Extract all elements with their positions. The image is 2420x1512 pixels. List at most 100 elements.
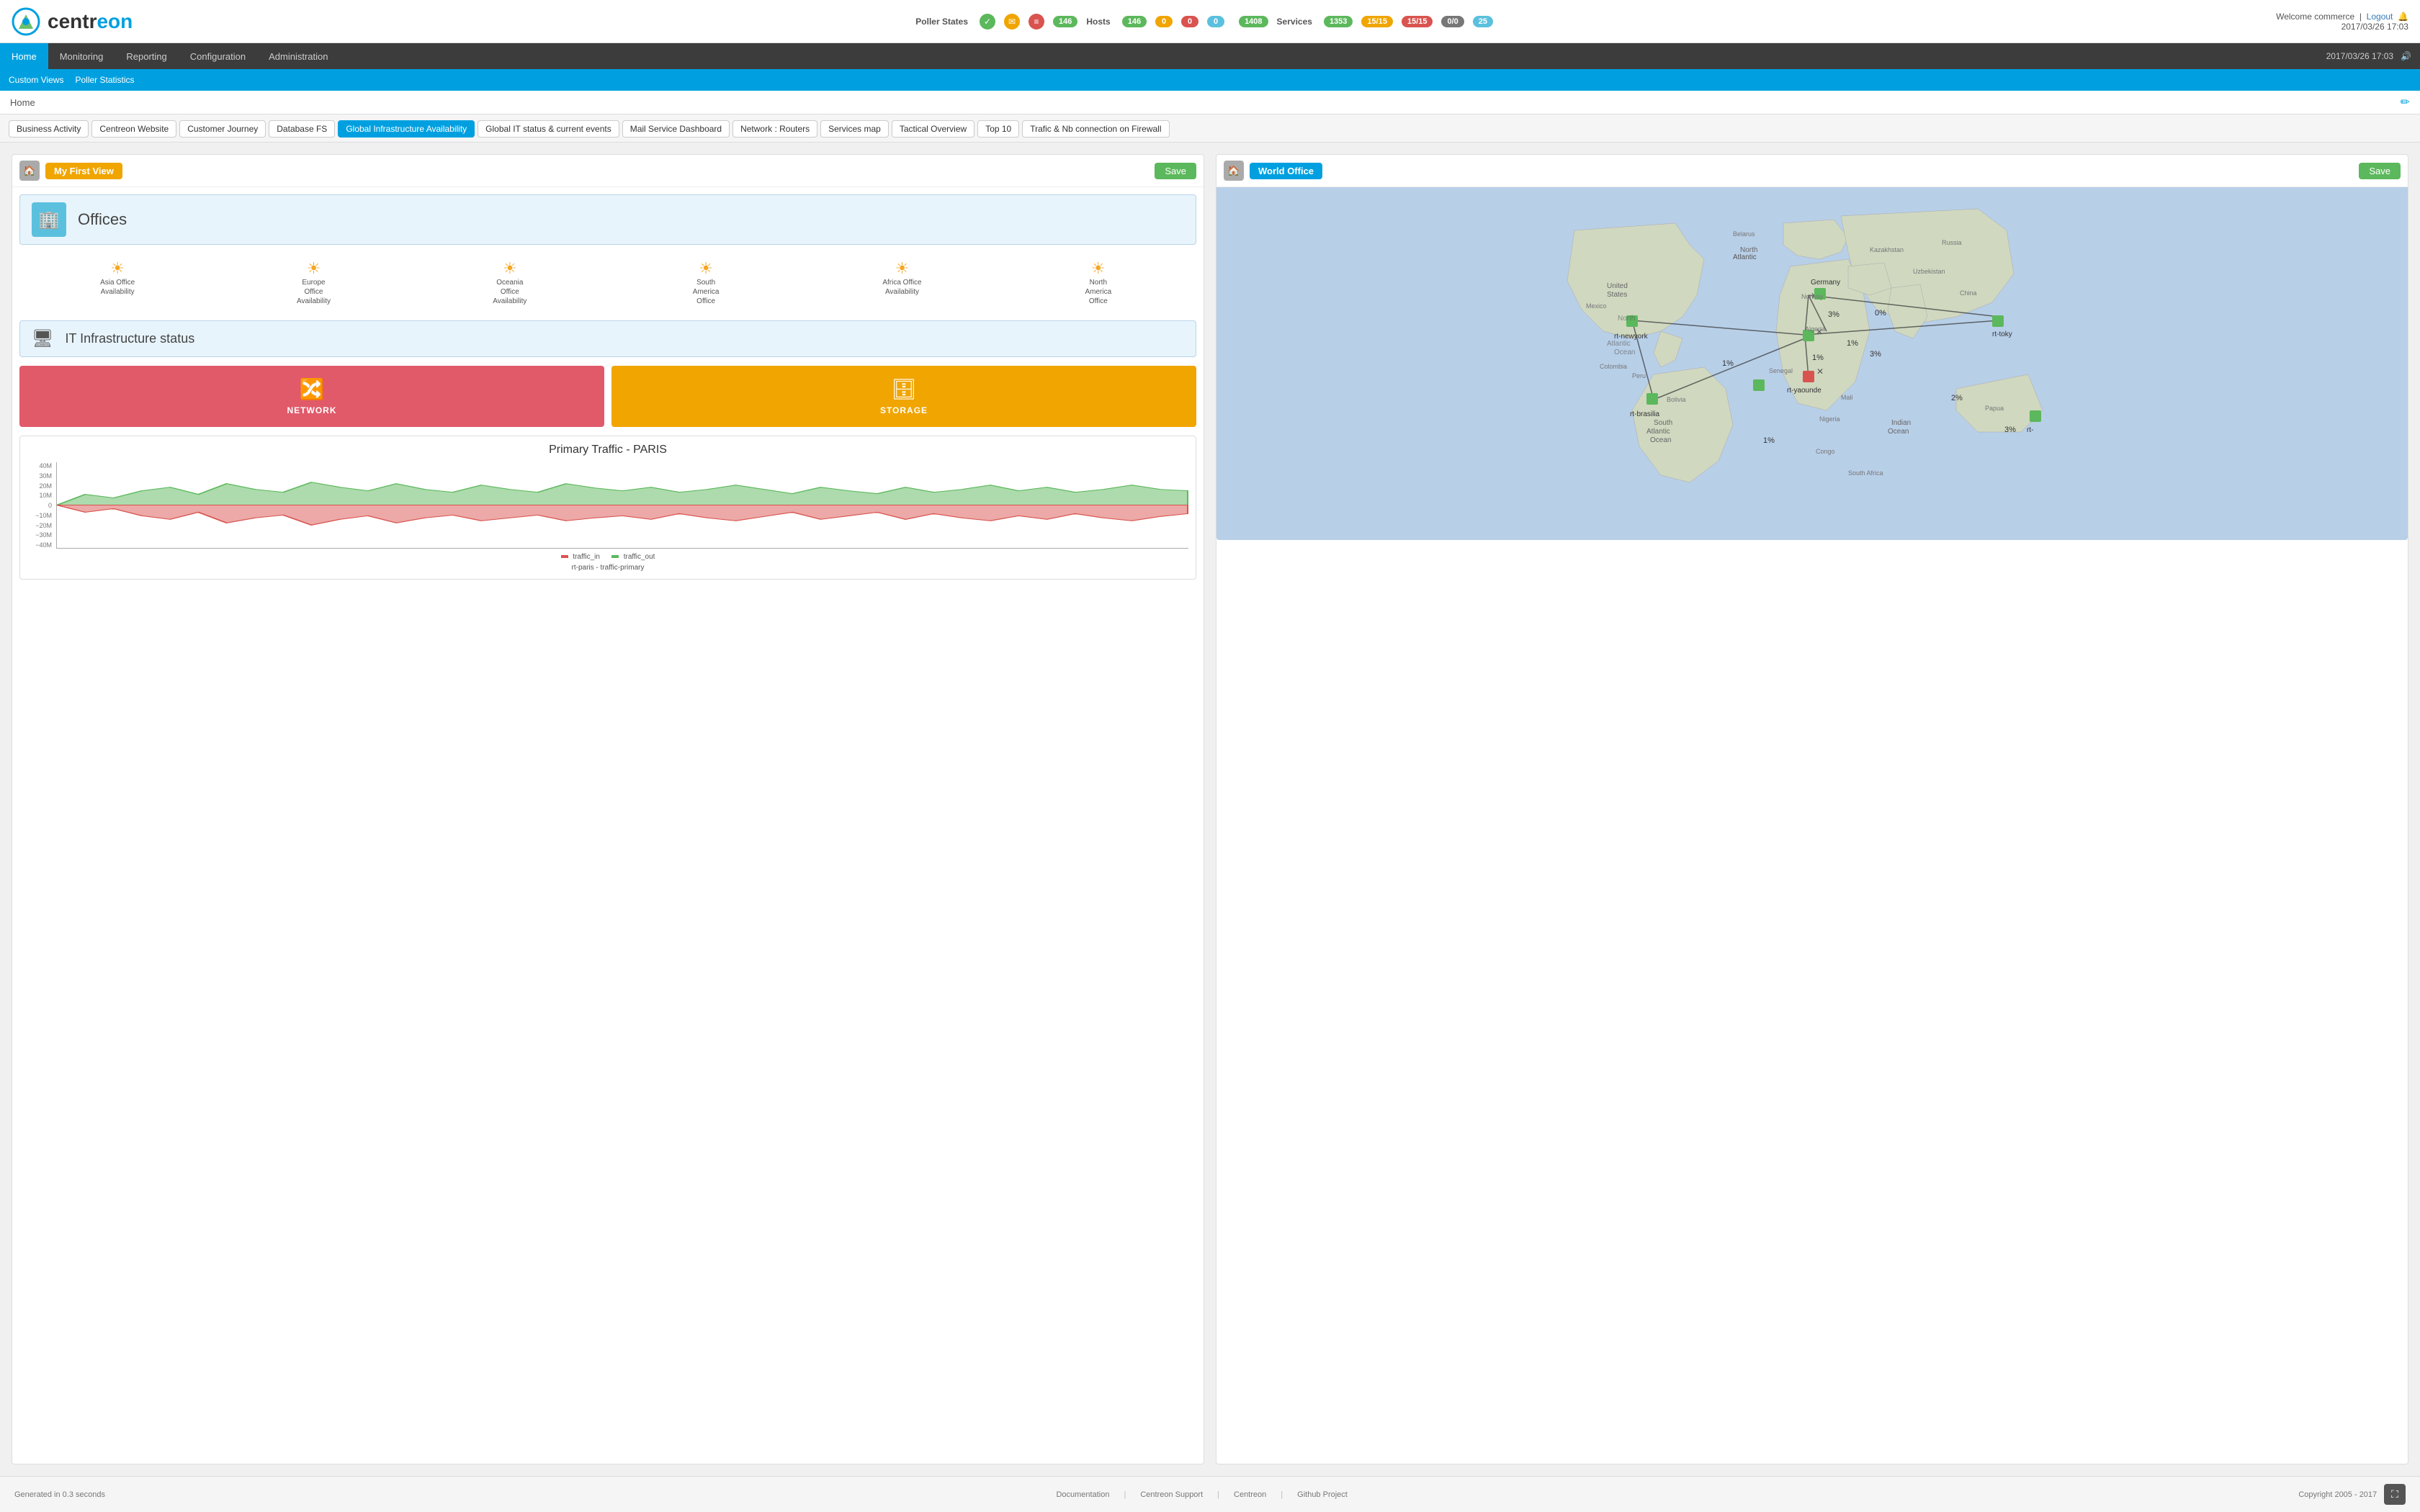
svg-text:rt-yaounde: rt-yaounde xyxy=(1787,387,1821,395)
nav-administration[interactable]: Administration xyxy=(257,43,339,69)
svg-text:2%: 2% xyxy=(1951,394,1963,402)
hosts-red-badge: 0 xyxy=(1181,16,1198,27)
svg-text:Ocean: Ocean xyxy=(1614,348,1635,356)
left-panel-title: My First View xyxy=(45,163,122,179)
footer-links: Documentation | Centreon Support | Centr… xyxy=(1056,1490,1347,1499)
tab-database-fs[interactable]: Database FS xyxy=(269,120,335,138)
subnav-custom-views[interactable]: Custom Views xyxy=(9,75,63,85)
tab-customer-journey[interactable]: Customer Journey xyxy=(179,120,266,138)
services-total-badge: 1408 xyxy=(1239,16,1268,27)
office-europe-icon: ☀ xyxy=(292,259,335,278)
tab-centreon-website[interactable]: Centreon Website xyxy=(91,120,176,138)
poller-states-label: Poller States xyxy=(915,17,968,27)
world-map: ✕ ✕ ✕ rt-newyork Germany rt-yaounde xyxy=(1216,187,2408,540)
office-oceania: ☀ Oceania Office Availability xyxy=(488,259,532,306)
right-panel-header: 🏠 World Office Save xyxy=(1216,155,2408,187)
left-panel-home-icon: 🏠 xyxy=(19,161,40,181)
legend-in: traffic_in xyxy=(561,553,600,561)
subnav-poller-stats[interactable]: Poller Statistics xyxy=(75,75,134,85)
logo-icon xyxy=(12,7,40,36)
network-label: NETWORK xyxy=(287,405,337,415)
tab-global-infra[interactable]: Global Infrastructure Availability xyxy=(338,120,475,138)
breadcrumb: Home xyxy=(10,97,35,108)
svg-text:✕: ✕ xyxy=(1816,366,1824,377)
hosts-total-badge: 146 xyxy=(1053,16,1077,27)
left-panel-body: 🏢 Offices ☀ Asia Office Availability ☀ E… xyxy=(12,187,1204,587)
svg-text:Norway: Norway xyxy=(1801,293,1824,300)
svg-text:United: United xyxy=(1607,282,1628,290)
tab-top10[interactable]: Top 10 xyxy=(977,120,1019,138)
footer: Generated in 0.3 seconds Documentation |… xyxy=(0,1476,2420,1512)
footer-centreon[interactable]: Centreon xyxy=(1234,1490,1266,1499)
fullscreen-button[interactable]: ⛶ xyxy=(2384,1484,2406,1505)
office-oceania-label: Oceania Office Availability xyxy=(488,278,532,306)
logout-link[interactable]: Logout xyxy=(2367,12,2393,22)
tab-mail-service[interactable]: Mail Service Dashboard xyxy=(622,120,730,138)
svg-text:3%: 3% xyxy=(2004,426,2016,434)
footer-sep-3: | xyxy=(1281,1490,1283,1499)
storage-block[interactable]: 🗄 STORAGE xyxy=(611,366,1196,427)
sound-icon[interactable]: 🔊 xyxy=(2401,51,2411,61)
legend-in-dot xyxy=(561,555,568,558)
left-panel-save[interactable]: Save xyxy=(1155,163,1196,179)
office-north-america-icon: ☀ xyxy=(1077,259,1120,278)
office-africa: ☀ Africa Office Availability xyxy=(880,259,923,306)
left-panel: 🏠 My First View Save 🏢 Offices ☀ Asia Of… xyxy=(12,154,1204,1464)
nav-reporting[interactable]: Reporting xyxy=(115,43,178,69)
tab-services-map[interactable]: Services map xyxy=(820,120,889,138)
svg-text:China: China xyxy=(1960,289,1977,297)
footer-github[interactable]: Github Project xyxy=(1297,1490,1348,1499)
svg-text:rt-toky: rt-toky xyxy=(1992,330,2012,338)
nav-monitoring[interactable]: Monitoring xyxy=(48,43,115,69)
traffic-block: Primary Traffic - PARIS 40M 30M 20M 10M … xyxy=(19,436,1196,580)
svg-text:Senegal: Senegal xyxy=(1769,367,1793,374)
tab-bar: Business Activity Centreon Website Custo… xyxy=(0,114,2420,143)
tab-business-activity[interactable]: Business Activity xyxy=(9,120,89,138)
network-block[interactable]: 🔀 NETWORK xyxy=(19,366,604,427)
svg-text:Bolivia: Bolivia xyxy=(1667,396,1686,403)
svg-text:Ocean: Ocean xyxy=(1650,436,1671,444)
footer-documentation[interactable]: Documentation xyxy=(1056,1490,1109,1499)
office-europe-label: Europe Office Availability xyxy=(292,278,335,306)
tab-network-routers[interactable]: Network : Routers xyxy=(732,120,817,138)
chart-footer: rt-paris - traffic-primary xyxy=(27,564,1188,572)
logo: centreon xyxy=(12,7,133,36)
map-svg: ✕ ✕ ✕ rt-newyork Germany rt-yaounde xyxy=(1216,187,2408,540)
nav-configuration[interactable]: Configuration xyxy=(179,43,257,69)
svg-text:Indian: Indian xyxy=(1891,419,1911,427)
svg-text:1%: 1% xyxy=(1763,436,1775,445)
svg-text:Atlantic: Atlantic xyxy=(1733,253,1757,261)
edit-icon[interactable]: ✏ xyxy=(2401,95,2410,109)
nav-home[interactable]: Home xyxy=(0,43,48,69)
it-infra-title: IT Infrastructure status xyxy=(65,331,194,346)
chart-wrapper: 40M 30M 20M 10M 0 −10M −20M −30M −40M xyxy=(27,462,1188,549)
svg-text:Congo: Congo xyxy=(1816,448,1835,455)
services-pending-badge: 25 xyxy=(1473,16,1493,27)
svg-text:Nigeria: Nigeria xyxy=(1819,415,1840,423)
svg-text:rt-brasilia: rt-brasilia xyxy=(1630,410,1660,418)
footer-sep-1: | xyxy=(1124,1490,1126,1499)
storage-icon: 🗄 xyxy=(891,377,917,401)
hosts-orange-badge: 0 xyxy=(1155,16,1173,27)
services-green-badge: 1353 xyxy=(1324,16,1353,27)
office-asia: ☀ Asia Office Availability xyxy=(96,259,139,306)
tab-global-it[interactable]: Global IT status & current events xyxy=(478,120,619,138)
left-panel-header: 🏠 My First View Save xyxy=(12,155,1204,187)
right-panel-title: World Office xyxy=(1250,163,1322,179)
offices-block: 🏢 Offices xyxy=(19,194,1196,245)
svg-text:Russia: Russia xyxy=(1942,239,1962,246)
tab-trafic-firewall[interactable]: Trafic & Nb connection on Firewall xyxy=(1022,120,1169,138)
legend-out: traffic_out xyxy=(611,553,655,561)
chart-legend: traffic_in traffic_out xyxy=(27,553,1188,561)
traffic-title: Primary Traffic - PARIS xyxy=(27,444,1188,456)
footer-sep-2: | xyxy=(1217,1490,1219,1499)
tab-tactical-overview[interactable]: Tactical Overview xyxy=(892,120,974,138)
nav-bar: Home Monitoring Reporting Configuration … xyxy=(0,43,2420,69)
office-asia-label: Asia Office Availability xyxy=(96,278,139,297)
office-north-america-label: North America Office xyxy=(1077,278,1120,306)
right-panel-save[interactable]: Save xyxy=(2359,163,2401,179)
traffic-chart-svg xyxy=(57,462,1188,548)
right-panel-home-icon: 🏠 xyxy=(1224,161,1244,181)
it-infra-icon: 🖥 xyxy=(32,328,53,349)
footer-support[interactable]: Centreon Support xyxy=(1140,1490,1203,1499)
